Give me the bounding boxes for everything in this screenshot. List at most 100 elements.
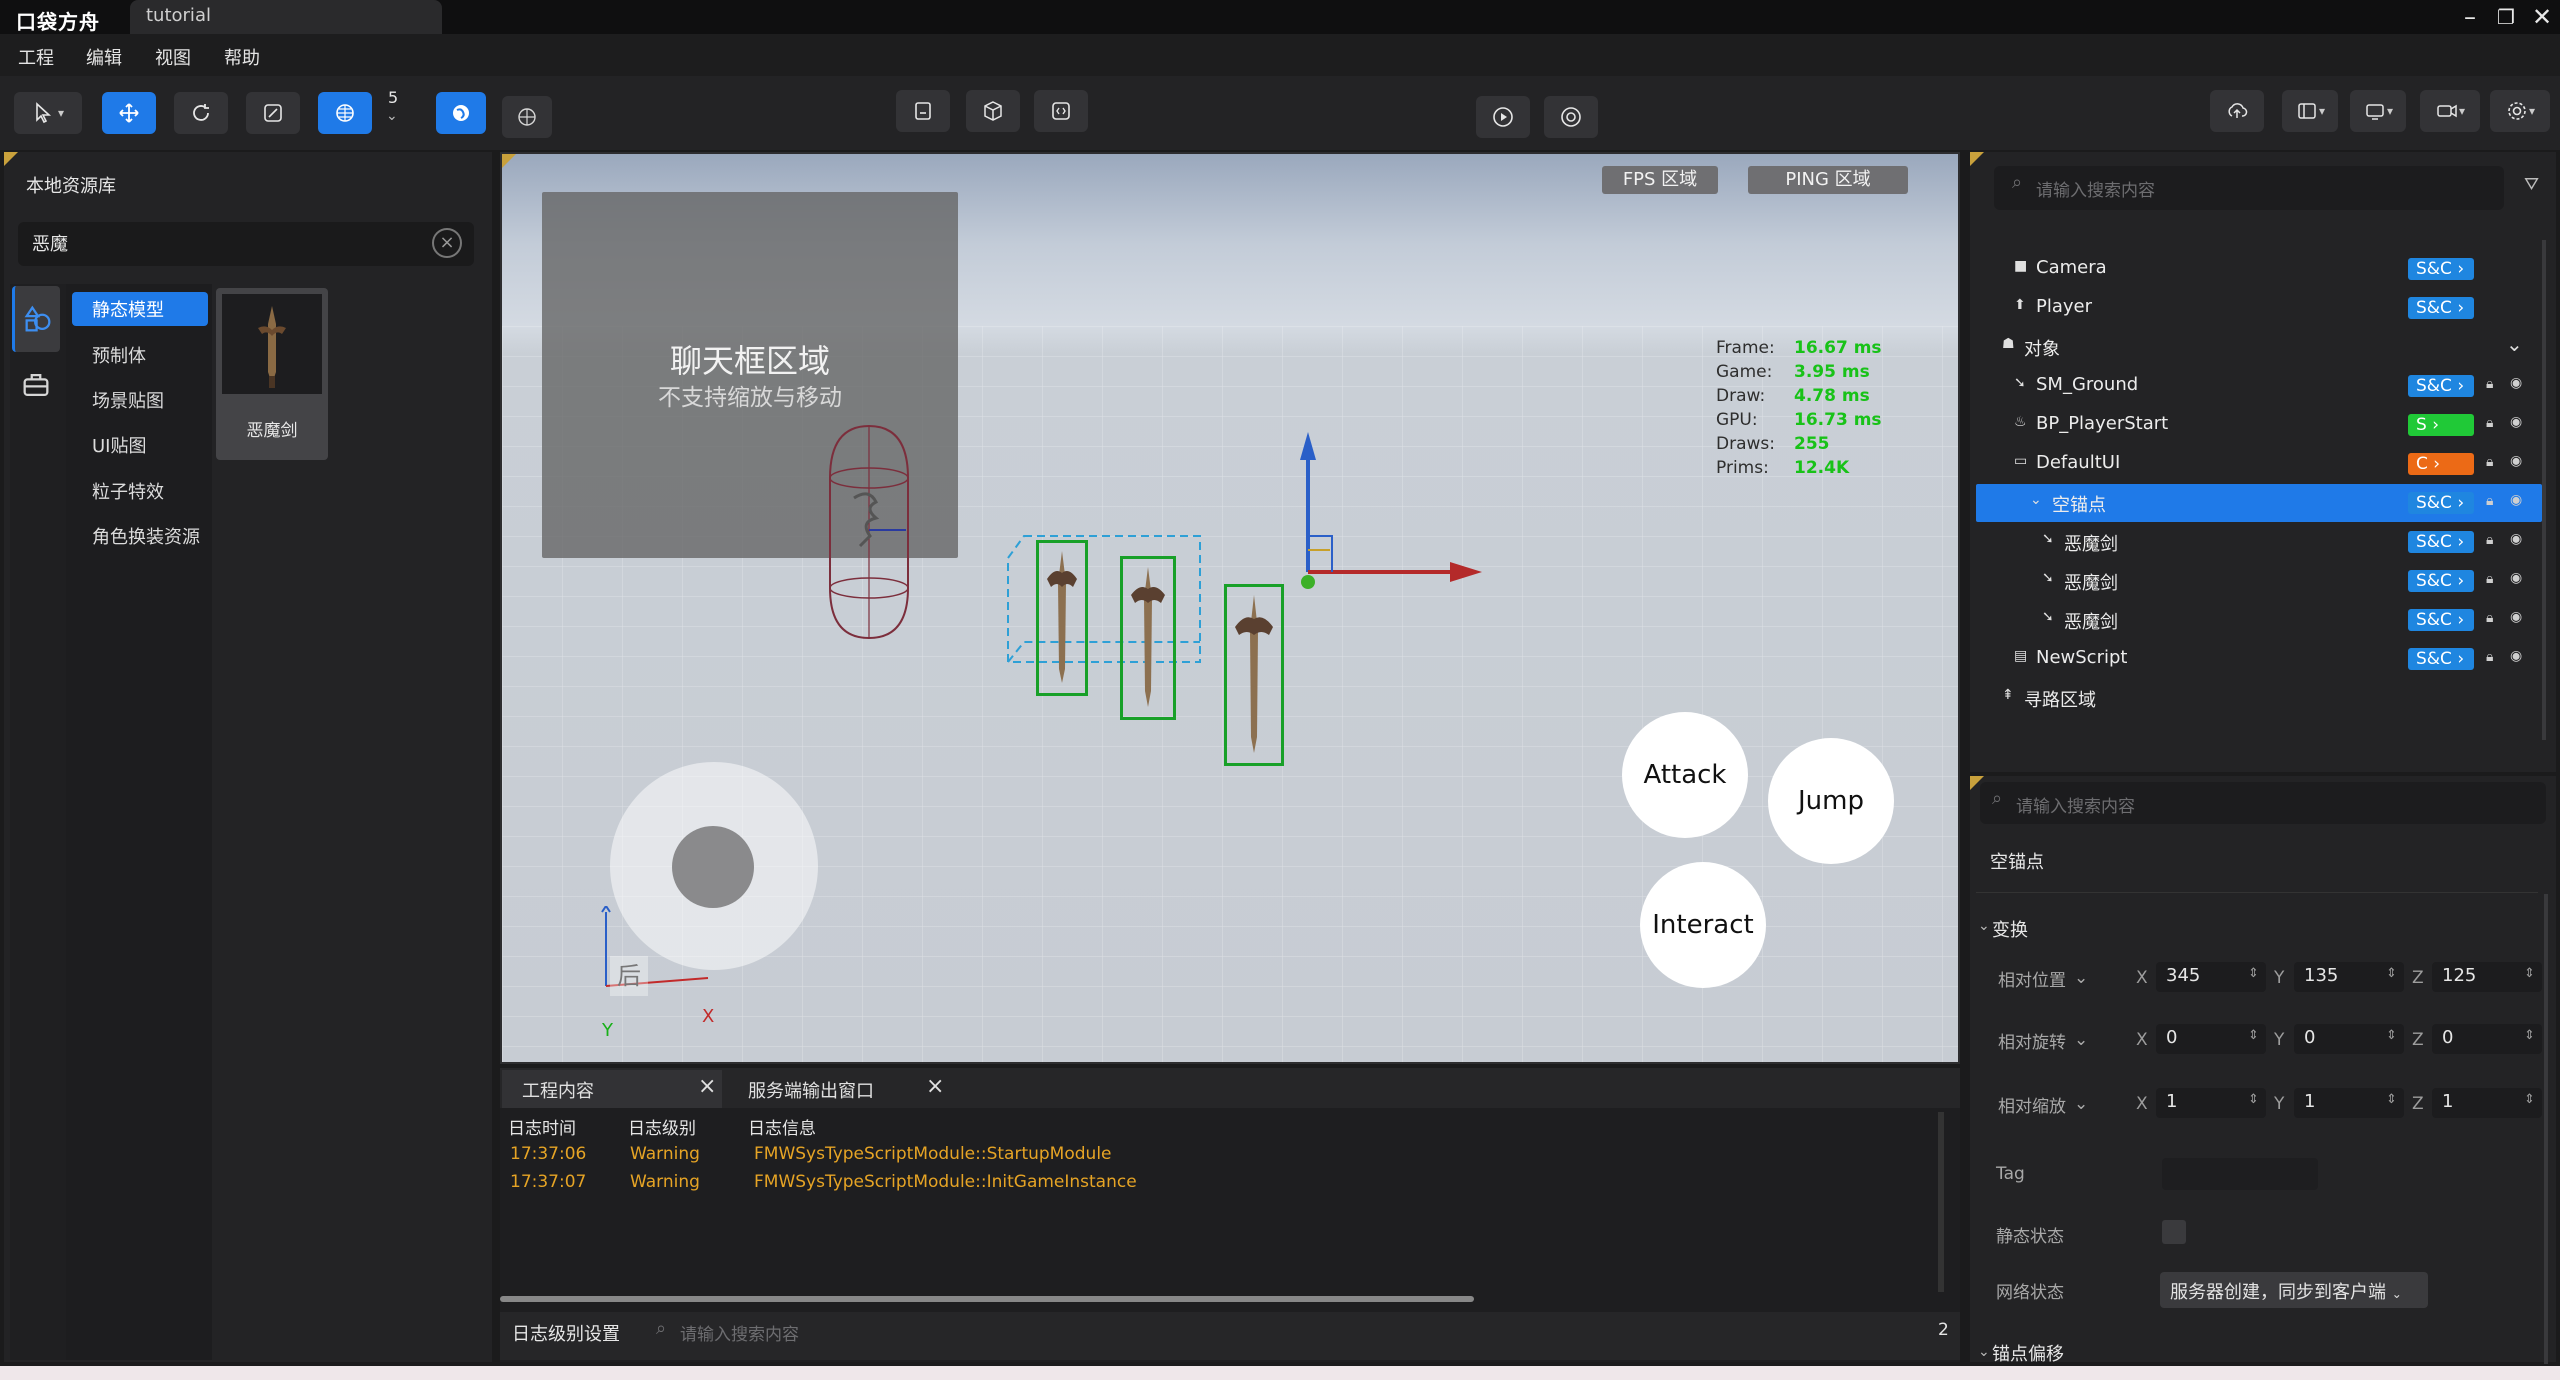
outliner-row[interactable]: ▤ NewScript S&C › 🔒︎ ◉ [1976,640,2542,678]
sword-object[interactable] [1224,584,1284,766]
outliner-row[interactable]: ➘ 恶魔剑 S&C › 🔒︎ ◉ [1976,562,2542,600]
close-tab-icon[interactable]: × [698,1074,716,1099]
document-tab[interactable]: tutorial [130,0,442,34]
scale-tool-button[interactable] [246,92,300,134]
clear-search-icon[interactable]: × [432,228,462,258]
stepper-icon[interactable]: ⇕ [2524,966,2535,981]
stepper-icon[interactable]: ⇕ [2248,1028,2259,1043]
tab-project-content[interactable]: 工程内容 [502,1070,722,1108]
rotate-tool-button[interactable] [174,92,228,134]
menu-view[interactable]: 视图 [155,44,191,70]
outliner-row[interactable]: ☗ 对象 ⌄ [1976,328,2542,366]
stepper-icon[interactable]: ⇕ [2524,1028,2535,1043]
outliner-row[interactable]: ▭ DefaultUI C › 🔒︎ ◉ [1976,445,2542,483]
tag-input[interactable] [2162,1158,2318,1190]
model-button[interactable] [966,90,1020,132]
log-level-settings[interactable]: 日志级别设置 [512,1320,620,1346]
replication-badge[interactable]: S&C › [2408,531,2474,553]
replication-badge[interactable]: S&C › [2408,258,2474,280]
stepper-icon[interactable]: ⇕ [2386,966,2397,981]
menu-help[interactable]: 帮助 [224,44,260,70]
log-vertical-scrollbar[interactable] [1938,1112,1944,1292]
multiplayer-play-button[interactable] [1544,96,1598,138]
log-horizontal-scrollbar[interactable] [500,1296,1474,1302]
visibility-eye-icon[interactable]: ◉ [2510,531,2522,547]
surface-snap-button[interactable] [502,96,552,138]
visibility-eye-icon[interactable]: ◉ [2510,609,2522,625]
restore-icon[interactable]: ❐ [2488,2,2524,32]
minimize-icon[interactable]: – [2452,2,2488,32]
stepper-icon[interactable]: ⇕ [2386,1028,2397,1043]
player-capsule[interactable] [814,418,924,648]
replication-badge[interactable]: S&C › [2408,570,2474,592]
log-search-input[interactable]: 请输入搜索内容 [680,1320,799,1345]
settings-button[interactable]: ▾ [2490,90,2550,132]
outliner-row[interactable]: ➘ SM_Ground S&C › 🔒︎ ◉ [1976,367,2542,405]
interact-button[interactable]: Interact [1640,862,1766,988]
stepper-icon[interactable]: ⇕ [2248,966,2259,981]
sword-object[interactable] [1036,540,1088,696]
shapes-icon[interactable] [12,286,60,352]
category-particle[interactable]: 粒子特效 [72,474,208,508]
chevron-down-icon[interactable]: ⌄ [2074,968,2088,988]
replication-badge[interactable]: C › [2408,453,2474,475]
chevron-down-icon[interactable]: ⌄ [2074,1094,2088,1114]
replication-badge[interactable]: S&C › [2408,609,2474,631]
menu-edit[interactable]: 编辑 [86,44,122,70]
snap-value[interactable]: 5 [388,88,398,107]
toolbox-icon[interactable] [12,352,60,418]
lock-icon[interactable]: 🔒︎ [2486,649,2493,665]
publish-button[interactable] [2210,90,2264,132]
save-button[interactable] [896,90,950,132]
visibility-eye-icon[interactable]: ◉ [2510,414,2522,430]
close-icon[interactable]: ✕ [2524,2,2560,32]
stepper-icon[interactable]: ⇕ [2386,1092,2397,1107]
chevron-down-icon[interactable]: ⌄ [2074,1030,2088,1050]
network-state-dropdown[interactable]: 服务器创建，同步到客户端 ⌄ [2160,1272,2428,1308]
joystick-knob[interactable] [672,826,754,908]
category-avatar-resource[interactable]: 角色换装资源 [72,519,222,553]
visibility-eye-icon[interactable]: ◉ [2510,453,2522,469]
lock-icon[interactable]: 🔒︎ [2486,454,2493,470]
visibility-eye-icon[interactable]: ◉ [2510,570,2522,586]
chevron-down-icon[interactable]: ⌄ [1978,1344,1990,1360]
stepper-icon[interactable]: ⇕ [2248,1092,2259,1107]
outliner-row[interactable]: ⬆ Player S&C › [1976,289,2542,327]
sword-object[interactable] [1120,556,1176,720]
outliner-row[interactable]: ⌄ 空锚点 S&C › 🔒︎ ◉ [1976,484,2542,522]
outliner-row[interactable]: ■ Camera S&C › [1976,250,2542,288]
select-tool-button[interactable]: ▾ [14,92,82,134]
move-tool-button[interactable] [102,92,156,134]
play-button[interactable] [1476,96,1530,138]
details-scrollbar[interactable] [2544,894,2548,1364]
tab-server-output[interactable]: 服务端输出窗口 [728,1070,952,1108]
outliner-scrollbar[interactable] [2542,240,2546,740]
replication-badge[interactable]: S&C › [2408,375,2474,397]
layout-button[interactable]: ▾ [2282,90,2338,132]
lock-icon[interactable]: 🔒︎ [2486,415,2493,431]
section-transform[interactable]: 变换 [1992,916,2028,942]
close-tab-icon[interactable]: × [926,1074,944,1099]
transform-row-label[interactable]: 相对缩放 [1998,1092,2066,1117]
asset-thumbnail[interactable] [222,294,322,394]
asset-search-value[interactable]: 恶魔 [32,230,68,256]
transform-gizmo[interactable] [1292,432,1512,602]
scene-viewport[interactable]: 聊天框区域 不支持缩放与移动 FPS 区域 PING 区域 Frame: 16.… [500,152,1960,1064]
filter-icon[interactable]: ⛛ [2524,174,2539,195]
camera-button[interactable]: ▾ [2420,90,2480,132]
lock-icon[interactable]: 🔒︎ [2486,493,2493,509]
outliner-row[interactable]: ➘ 恶魔剑 S&C › 🔒︎ ◉ [1976,601,2542,639]
replication-badge[interactable]: S&C › [2408,297,2474,319]
menu-project[interactable]: 工程 [18,44,54,70]
lock-icon[interactable]: 🔒︎ [2486,571,2493,587]
lock-icon[interactable]: 🔒︎ [2486,532,2493,548]
replication-badge[interactable]: S&C › [2408,648,2474,670]
attack-button[interactable]: Attack [1622,712,1748,838]
section-anchor-offset[interactable]: 锚点偏移 [1992,1340,2064,1366]
snap-dropdown-icon[interactable]: ⌄ [386,108,398,124]
chevron-down-icon[interactable]: ⌄ [1978,918,1990,934]
display-button[interactable]: ▾ [2350,90,2406,132]
asset-search-input[interactable] [18,222,474,266]
category-prefab[interactable]: 预制体 [72,338,208,372]
script-button[interactable] [1034,90,1088,132]
